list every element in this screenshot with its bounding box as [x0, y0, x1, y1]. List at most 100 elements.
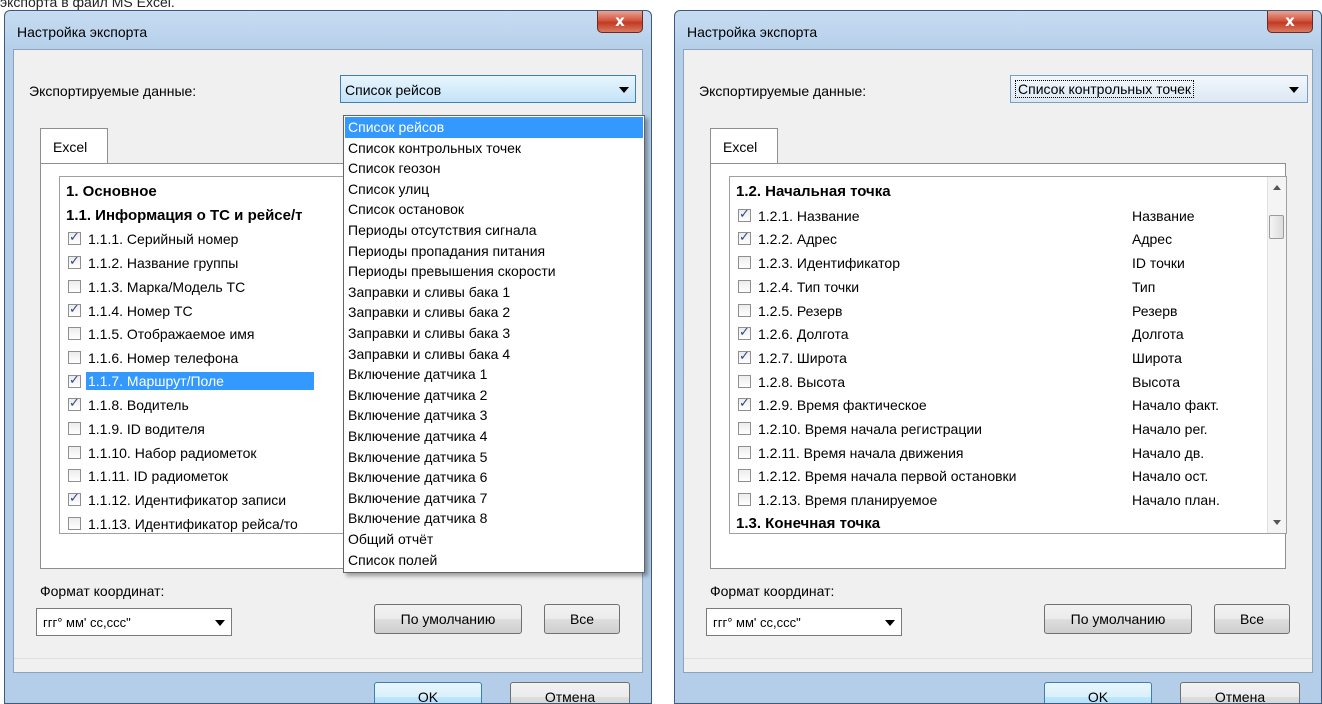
- checkbox[interactable]: [68, 491, 81, 507]
- list-group-header: 1.2. Начальная точка: [736, 181, 1282, 203]
- dropdown-option[interactable]: Список улиц: [345, 179, 643, 200]
- exported-data-select[interactable]: Список контрольных точек: [1010, 75, 1308, 103]
- checkbox[interactable]: [68, 279, 81, 293]
- list-item[interactable]: 1.2.13. Время планируемое Начало план.: [736, 489, 1282, 511]
- list-item[interactable]: 1.2.7. Широта Широта: [736, 347, 1282, 369]
- list-item[interactable]: 1.2.1. Название Название: [736, 205, 1282, 227]
- default-button[interactable]: По умолчанию: [1044, 604, 1192, 634]
- dropdown-option[interactable]: Периоды превышения скорости: [345, 261, 643, 282]
- dropdown-option[interactable]: Включение датчика 5: [345, 447, 643, 468]
- checkbox[interactable]: [738, 445, 751, 459]
- checkbox[interactable]: [738, 396, 751, 412]
- list-item[interactable]: 1.2.6. Долгота Долгота: [736, 323, 1282, 345]
- list-item-label: 1.2.13. Время планируемое: [758, 492, 938, 509]
- dropdown-option[interactable]: Включение датчика 8: [345, 508, 643, 529]
- checkbox[interactable]: [738, 469, 751, 483]
- dropdown-option-label: Список полей: [348, 551, 438, 568]
- list-item[interactable]: 1.2.8. Высота Высота: [736, 371, 1282, 393]
- checkbox[interactable]: [68, 422, 81, 435]
- checkbox[interactable]: [738, 230, 751, 246]
- checkbox[interactable]: [738, 207, 751, 222]
- all-button[interactable]: Все: [1214, 604, 1290, 634]
- dropdown-option[interactable]: Периоды пропадания питания: [345, 241, 643, 262]
- dropdown-option[interactable]: Включение датчика 6: [345, 467, 643, 488]
- list-item[interactable]: 1.2.3. Идентификатор ID точки: [736, 252, 1282, 274]
- list-item-label: 1.2.1. Название: [758, 207, 860, 224]
- checkbox[interactable]: [68, 350, 81, 364]
- dropdown-option-label: Периоды пропадания питания: [348, 242, 546, 259]
- dropdown-option[interactable]: Включение датчика 3: [345, 405, 643, 426]
- coord-format-select[interactable]: ггг° мм' сс,ссс": [706, 608, 902, 636]
- list-item[interactable]: 1.2.10. Время начала регистрации Начало р…: [736, 418, 1282, 440]
- checkbox[interactable]: [68, 254, 81, 270]
- coord-format-label: Формат координат:: [710, 583, 835, 599]
- dropdown-option[interactable]: Заправки и сливы бака 2: [345, 302, 643, 323]
- dropdown-option[interactable]: Заправки и сливы бака 4: [345, 344, 643, 365]
- cancel-button[interactable]: Отмена: [510, 682, 630, 703]
- dropdown-option-label: Заправки и сливы бака 3: [348, 325, 511, 341]
- checkbox[interactable]: [68, 469, 81, 483]
- checkbox[interactable]: [738, 303, 751, 317]
- close-button[interactable]: x: [1267, 11, 1313, 33]
- checkbox[interactable]: [738, 349, 751, 364]
- checkbox[interactable]: [738, 374, 751, 388]
- list-item[interactable]: 1.2.11. Время начала движения Начало дв.: [736, 442, 1282, 464]
- dropdown-option[interactable]: Включение датчика 4: [345, 426, 643, 447]
- list-item-label: 1.1.11. ID радиометок: [88, 468, 229, 485]
- dialog-client: Экспортируемые данные: Список контрольны…: [683, 49, 1313, 703]
- default-button[interactable]: По умолчанию: [374, 604, 522, 634]
- dropdown-option[interactable]: Список полей: [345, 550, 643, 571]
- dropdown-option-label: Включение датчика 2: [348, 386, 488, 403]
- list-item-label: 1.2.12. Время начала первой остановки: [758, 468, 1017, 485]
- dropdown-option[interactable]: Заправки и сливы бака 3: [345, 323, 643, 344]
- coord-format-select[interactable]: ггг° мм' сс,ссс": [36, 608, 232, 636]
- close-button[interactable]: x: [597, 11, 643, 33]
- checkbox[interactable]: [68, 302, 81, 317]
- checkbox[interactable]: [68, 327, 81, 341]
- list-item-label: 1. Основное: [66, 183, 157, 200]
- checkbox[interactable]: [738, 422, 751, 435]
- dropdown-option[interactable]: Список геозон: [345, 158, 643, 179]
- tab-excel[interactable]: Excel: [40, 128, 108, 164]
- dropdown-option[interactable]: Включение датчика 2: [345, 385, 643, 406]
- checkbox[interactable]: [68, 516, 81, 530]
- list-item-label: 1.1.5. Отображаемое имя: [88, 326, 255, 343]
- dropdown-option[interactable]: Включение датчика 1: [345, 364, 643, 385]
- list-item-label: 1.2.9. Время фактическое: [758, 397, 927, 414]
- field-list[interactable]: 1.2. Начальная точка 1.2.1. Название Назва…: [729, 176, 1287, 534]
- ok-button[interactable]: OK: [1044, 682, 1152, 703]
- exported-data-select[interactable]: Список рейсов: [340, 75, 636, 103]
- checkbox[interactable]: [68, 230, 81, 246]
- list-item[interactable]: 1.2.5. Резерв Резерв: [736, 300, 1282, 322]
- all-button[interactable]: Все: [544, 604, 620, 634]
- tab-excel[interactable]: Excel: [710, 128, 778, 164]
- dropdown-option[interactable]: Список контрольных точек: [345, 138, 643, 159]
- checkbox[interactable]: [738, 256, 751, 270]
- checkbox[interactable]: [68, 373, 81, 388]
- list-item[interactable]: 1.2.12. Время начала первой остановки Нач…: [736, 465, 1282, 487]
- list-item-label: 1.1.6. Номер телефона: [88, 349, 239, 366]
- tab-excel-label: Excel: [723, 139, 758, 155]
- list-item-label: 1.2.8. Высота: [758, 373, 845, 390]
- dropdown-option[interactable]: Заправки и сливы бака 1: [345, 282, 643, 303]
- checkbox[interactable]: [738, 279, 751, 293]
- list-item-label: 1.1.1. Серийный номер: [88, 231, 239, 248]
- checkbox[interactable]: [738, 325, 751, 341]
- list-item[interactable]: 1.2.2. Адрес Адрес: [736, 228, 1282, 250]
- list-item[interactable]: 1.2.9. Время фактическое Начало факт.: [736, 394, 1282, 416]
- cancel-button[interactable]: Отмена: [1180, 682, 1300, 703]
- dropdown-option[interactable]: Список рейсов: [345, 117, 643, 138]
- list-item[interactable]: 1.2.4. Тип точки Тип: [736, 276, 1282, 298]
- checkbox[interactable]: [68, 396, 81, 412]
- dropdown-option[interactable]: Список остановок: [345, 199, 643, 220]
- list-item-column-name: Адрес: [1132, 231, 1173, 248]
- list-item-label: 1.1.13. Идентификатор рейса/то: [88, 515, 298, 532]
- checkbox[interactable]: [738, 493, 751, 507]
- checkbox[interactable]: [68, 445, 81, 459]
- exported-data-dropdown[interactable]: Список рейсов Список контрольных точек Спи…: [343, 115, 645, 573]
- dropdown-option[interactable]: Общий отчёт: [345, 529, 643, 550]
- dropdown-option[interactable]: Периоды отсутствия сигнала: [345, 220, 643, 241]
- dropdown-option[interactable]: Включение датчика 7: [345, 488, 643, 509]
- list-item-column-name: Название: [1132, 207, 1195, 224]
- ok-button[interactable]: OK: [374, 682, 482, 703]
